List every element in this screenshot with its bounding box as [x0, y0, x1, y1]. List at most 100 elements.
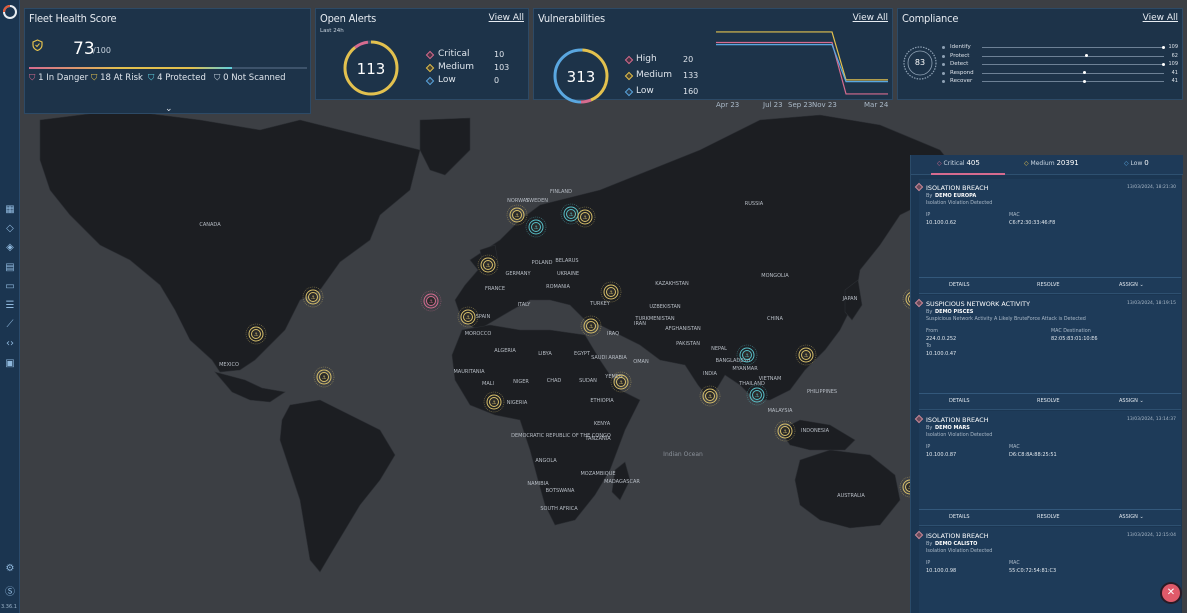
reports-icon[interactable]: ▤ — [2, 261, 18, 275]
anchor-icon: ⚓ — [486, 263, 490, 269]
vulnerabilities-icon[interactable]: ◈ — [2, 241, 18, 255]
x-tick-label: Apr 23 — [716, 101, 740, 109]
high-diamond-icon — [624, 55, 634, 65]
alert-device[interactable]: DEMO EUROPA — [935, 193, 976, 199]
low-diamond-icon: ◇ — [1124, 160, 1129, 167]
country-label: DEMOCRATIC REPUBLIC OF THE CONGO — [511, 433, 611, 439]
alert-device[interactable]: DEMO PISCES — [935, 309, 973, 315]
bullet-icon — [942, 71, 945, 75]
alerts-icon[interactable]: ◇ — [2, 222, 18, 236]
vulns-trend-chart[interactable] — [716, 27, 888, 101]
country-label: INDONESIA — [801, 428, 830, 434]
tab-low[interactable]: ◇ Low 0 — [1124, 159, 1149, 167]
alert-card[interactable]: SUSPICIOUS NETWORK ACTIVITY 13/03/2024, … — [914, 295, 1181, 410]
details-button[interactable]: DETAILS — [949, 514, 970, 520]
anchor-icon: ⚓ — [254, 332, 258, 338]
country-label: LIBYA — [538, 351, 552, 357]
shield-risk-icon: ⛉ — [91, 73, 98, 83]
tab-critical[interactable]: ◇ Critical 405 — [937, 159, 980, 167]
dashboard: CANADA MEXICO ALGERIA LIBYA EGYPT MALI NIGER CH… — [0, 0, 1187, 613]
country-label: RUSSIA — [745, 201, 764, 207]
field-value: D6:C8:8A:88:25:51 — [1009, 452, 1057, 458]
alert-card[interactable]: ISOLATION BREACH 13/03/2024, 18:21:30 By… — [914, 179, 1181, 294]
field-value: C6:F2:30:33:46:F8 — [1009, 220, 1056, 226]
shield-protected-icon: ⛉ — [148, 73, 155, 83]
compliance-row-protect[interactable]: Protect 62 — [942, 53, 1178, 61]
alert-title: ISOLATION BREACH — [926, 184, 989, 192]
tab-medium[interactable]: ◇ Medium 20391 — [1024, 159, 1079, 167]
details-button[interactable]: DETAILS — [949, 282, 970, 288]
chevron-down-icon: ⌄ — [1139, 514, 1144, 520]
legend-high: High — [636, 54, 657, 64]
critical-diamond-icon: ◇ — [937, 160, 942, 167]
country-label: ITALY — [518, 302, 532, 308]
details-button[interactable]: DETAILS — [949, 398, 970, 404]
shield-danger-icon: ⛉ — [29, 73, 36, 83]
field-label: To — [926, 344, 932, 349]
legend-low-value: 0 — [494, 76, 500, 85]
country-label: MADAGASCAR — [604, 479, 640, 485]
vulnerabilities-card: Vulnerabilities View All 313 High 20 Med… — [533, 8, 893, 109]
compliance-view-all-link[interactable]: View All — [1143, 13, 1178, 23]
compliance-row-detect[interactable]: Detect 109 — [942, 61, 1178, 69]
country-label: INDIA — [703, 371, 718, 377]
resolve-button[interactable]: RESOLVE — [1037, 514, 1060, 520]
compliance-knob — [1082, 79, 1086, 83]
alert-date: 13/03/2024, 13:14:37 — [1126, 417, 1176, 422]
assign-button[interactable]: ASSIGN ⌄ — [1119, 398, 1144, 404]
settings-icon[interactable]: ⚙ — [2, 562, 18, 576]
analytics-icon[interactable]: ⟋ — [2, 318, 18, 332]
list-icon[interactable]: ☰ — [2, 299, 18, 313]
stat-at-risk[interactable]: ⛉ 18 At Risk — [91, 73, 143, 83]
close-icon[interactable]: ✕ — [1162, 584, 1180, 602]
dashboard-icon[interactable]: ▦ — [2, 203, 18, 217]
stat-protected[interactable]: ⛉ 4 Protected — [148, 73, 206, 83]
app-logo[interactable] — [2, 4, 18, 20]
compliance-knob — [1084, 54, 1088, 57]
account-icon[interactable]: Ⓢ — [2, 586, 18, 600]
country-label: SAUDI ARABIA — [591, 355, 627, 361]
stat-in-danger[interactable]: ⛉ 1 In Danger — [29, 73, 88, 83]
alert-card[interactable]: ISOLATION BREACH 13/03/2024, 12:15:04 By… — [914, 527, 1181, 613]
legend-medium-value: 133 — [683, 71, 699, 80]
compliance-icon[interactable]: ▣ — [2, 357, 18, 371]
alert-date: 13/03/2024, 18:19:15 — [1126, 301, 1176, 306]
assign-button[interactable]: ASSIGN ⌄ — [1119, 282, 1144, 288]
alert-actions: DETAILS RESOLVE ASSIGN ⌄ — [919, 509, 1181, 525]
alerts-panel: ◇ Critical 405 ◇ Medium 20391 ◇ Low 0 IS… — [910, 155, 1183, 613]
field-label: MAC — [1009, 561, 1020, 566]
compliance-card: Compliance View All 83 Identify 109 Protec… — [897, 8, 1183, 100]
devices-icon[interactable]: ▭ — [2, 280, 18, 294]
chevron-down-icon: ⌄ — [1139, 398, 1144, 404]
alert-device[interactable]: DEMO CALISTO — [935, 541, 977, 547]
alert-device[interactable]: DEMO MARS — [935, 425, 970, 431]
compliance-label: Identify — [950, 44, 971, 50]
assign-button[interactable]: ASSIGN ⌄ — [1119, 514, 1144, 520]
stat-not-scanned[interactable]: ⛉ 0 Not Scanned — [214, 73, 285, 83]
country-label: SUDAN — [579, 378, 597, 384]
active-tab-indicator — [931, 173, 1005, 175]
alert-title: ISOLATION BREACH — [926, 532, 989, 540]
alerts-view-all-link[interactable]: View All — [489, 13, 524, 23]
critical-diamond-icon — [914, 298, 924, 308]
alert-date: 13/03/2024, 18:21:30 — [1126, 185, 1176, 190]
compliance-score: 83 — [914, 58, 926, 67]
compliance-row-respond[interactable]: Respond 41 — [942, 70, 1178, 78]
resolve-button[interactable]: RESOLVE — [1037, 398, 1060, 404]
compliance-value: 41 — [1171, 69, 1178, 76]
legend-critical: Critical — [438, 49, 470, 59]
resolve-button[interactable]: RESOLVE — [1037, 282, 1060, 288]
country-label: MEXICO — [219, 362, 239, 368]
compliance-row-recover[interactable]: Recover 41 — [942, 78, 1178, 86]
integrations-icon[interactable]: ‹› — [2, 337, 18, 351]
country-label: MOZAMBIQUE — [580, 471, 615, 477]
alert-card[interactable]: ISOLATION BREACH 13/03/2024, 13:14:37 By… — [914, 411, 1181, 526]
vulns-view-all-link[interactable]: View All — [853, 13, 888, 23]
compliance-row-identify[interactable]: Identify 109 — [942, 44, 1178, 52]
country-label: BELARUS — [555, 258, 578, 264]
expand-chevron-icon[interactable]: ⌄ — [165, 104, 173, 114]
country-label: UZBEKISTAN — [649, 304, 681, 310]
compliance-value: 62 — [1171, 52, 1178, 59]
low-diamond-icon — [425, 76, 435, 86]
country-label: VIETNAM — [759, 376, 782, 382]
